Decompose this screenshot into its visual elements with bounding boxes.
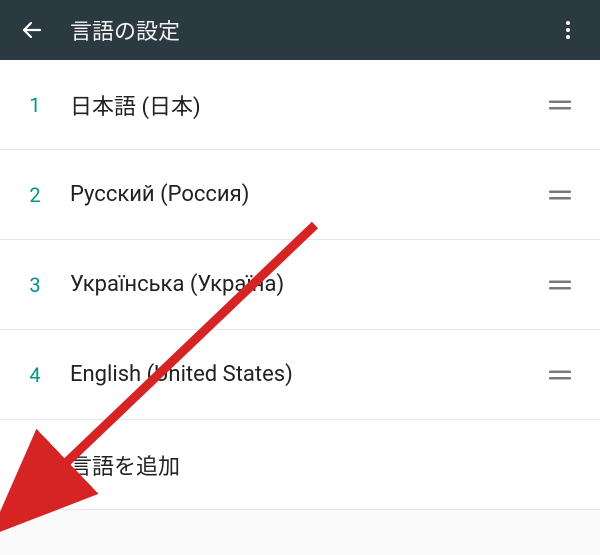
language-row[interactable]: 1 日本語 (日本): [0, 60, 600, 150]
drag-handle[interactable]: [540, 92, 580, 118]
app-bar: 言語の設定: [0, 0, 600, 60]
drag-handle[interactable]: [540, 182, 580, 208]
arrow-back-icon: [20, 18, 44, 42]
plus-icon: [22, 452, 48, 478]
more-options-button[interactable]: [548, 10, 588, 50]
language-row[interactable]: 3 Українська (Україна): [0, 240, 600, 330]
row-index: 3: [0, 273, 70, 297]
more-vert-icon: [556, 18, 580, 42]
add-language-label: 言語を追加: [70, 449, 180, 481]
drag-handle[interactable]: [540, 272, 580, 298]
language-list: 1 日本語 (日本) 2 Русский (Россия) 3 Українсь…: [0, 60, 600, 510]
language-label: 日本語 (日本): [70, 89, 540, 121]
language-row[interactable]: 4 English (United States): [0, 330, 600, 420]
row-index: 4: [0, 363, 70, 387]
page-title: 言語の設定: [70, 14, 548, 46]
drag-handle[interactable]: [540, 362, 580, 388]
add-language-button[interactable]: 言語を追加: [0, 420, 600, 510]
back-button[interactable]: [12, 10, 52, 50]
row-index: 2: [0, 183, 70, 207]
language-label: English (United States): [70, 362, 540, 387]
drag-handle-icon: [547, 92, 573, 118]
language-row[interactable]: 2 Русский (Россия): [0, 150, 600, 240]
language-label: Русский (Россия): [70, 182, 540, 207]
row-index: 1: [0, 93, 70, 117]
drag-handle-icon: [547, 362, 573, 388]
drag-handle-icon: [547, 272, 573, 298]
plus-icon-wrap: [0, 452, 70, 478]
drag-handle-icon: [547, 182, 573, 208]
language-label: Українська (Україна): [70, 272, 540, 297]
